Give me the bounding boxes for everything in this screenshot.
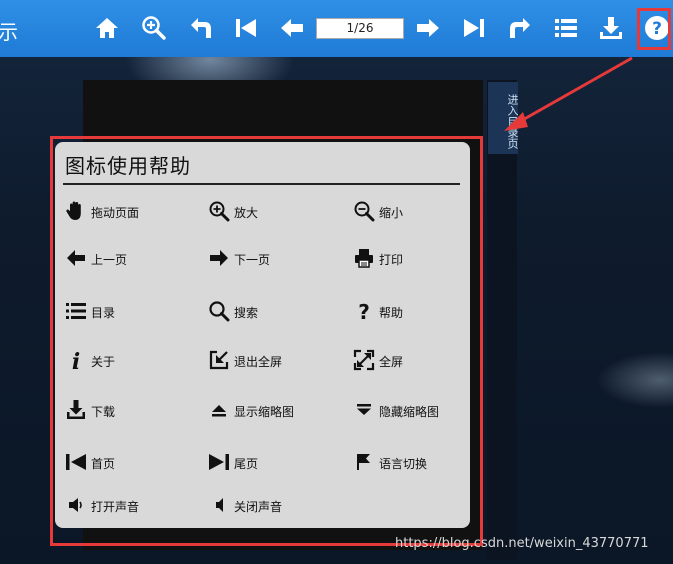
help-item-label: 隐藏缩略图 bbox=[379, 405, 440, 419]
flag-icon bbox=[353, 451, 375, 473]
list-icon bbox=[65, 300, 87, 322]
divider bbox=[63, 183, 460, 185]
help-item-label: 关于 bbox=[91, 355, 116, 369]
svg-text:?: ? bbox=[358, 300, 370, 322]
info-icon: i bbox=[65, 349, 87, 371]
svg-text:i: i bbox=[72, 349, 80, 371]
search-icon bbox=[208, 300, 230, 322]
fullscreen-icon bbox=[353, 349, 375, 371]
help-item-label: 全屏 bbox=[379, 355, 404, 369]
help-item-label: 帮助 bbox=[379, 306, 404, 320]
zoom-in-icon bbox=[208, 200, 230, 222]
help-item-label: 拖动页面 bbox=[91, 206, 140, 220]
hide-thumbnails-icon bbox=[353, 399, 375, 421]
help-item-label: 搜索 bbox=[234, 306, 259, 320]
help-item-label: 目录 bbox=[91, 306, 116, 320]
help-item-label: 尾页 bbox=[234, 457, 259, 471]
arrow-right-icon bbox=[208, 247, 230, 269]
sound-off-icon bbox=[208, 494, 230, 516]
last-page-icon bbox=[208, 451, 230, 473]
show-thumbnails-icon bbox=[208, 399, 230, 421]
help-item-label: 上一页 bbox=[91, 253, 128, 267]
help-item-label: 下一页 bbox=[234, 253, 271, 267]
help-item-label: 语言切换 bbox=[379, 457, 428, 471]
print-icon bbox=[353, 247, 375, 269]
help-item-label: 打开声音 bbox=[91, 500, 140, 514]
help-item-label: 关闭声音 bbox=[234, 500, 283, 514]
watermark: https://blog.csdn.net/weixin_43770771 bbox=[395, 536, 649, 551]
help-dialog: 图标使用帮助 拖动页面 放大 缩小 上一页 下一页 打印 目录 搜索 ? 帮助 bbox=[55, 142, 470, 528]
question-icon: ? bbox=[353, 300, 375, 322]
help-item-label: 打印 bbox=[379, 253, 404, 267]
hand-icon bbox=[65, 200, 87, 222]
first-page-icon bbox=[65, 451, 87, 473]
help-item-label: 退出全屏 bbox=[234, 355, 283, 369]
help-item-label: 缩小 bbox=[379, 206, 404, 220]
download-icon bbox=[65, 399, 87, 421]
help-item-label: 下载 bbox=[91, 405, 116, 419]
dialog-title: 图标使用帮助 bbox=[65, 154, 191, 178]
arrow-left-icon bbox=[65, 247, 87, 269]
help-item-label: 首页 bbox=[91, 457, 116, 471]
help-item-label: 放大 bbox=[234, 206, 259, 220]
sound-on-icon bbox=[65, 494, 87, 516]
help-item-label: 显示缩略图 bbox=[234, 405, 295, 419]
zoom-out-icon bbox=[353, 200, 375, 222]
exit-fullscreen-icon bbox=[208, 349, 230, 371]
